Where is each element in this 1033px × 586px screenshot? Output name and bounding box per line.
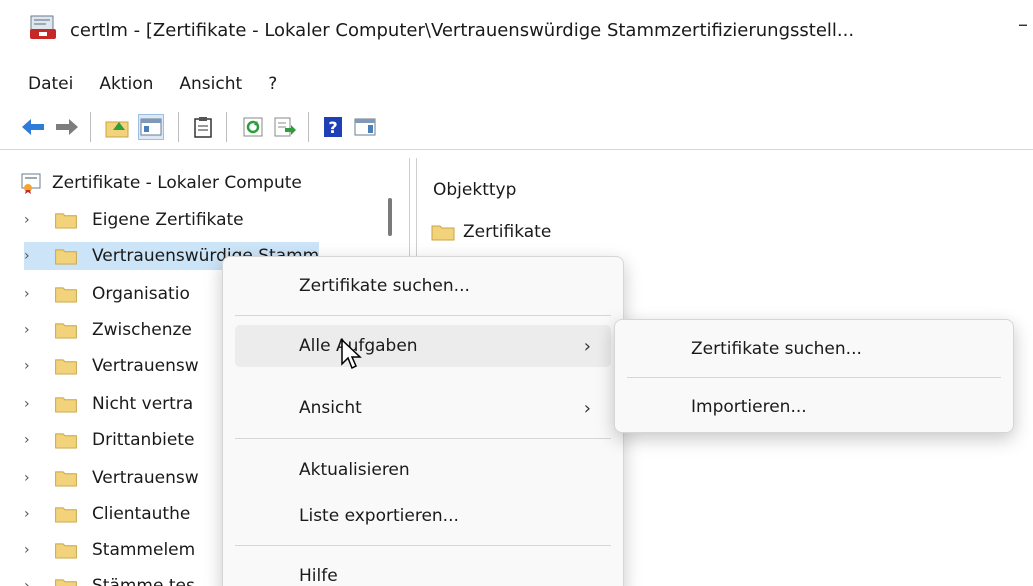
export-list-icon[interactable] [272,114,298,140]
column-header-objekttyp[interactable]: Objekttyp [433,180,516,200]
ctx-separator [627,377,1001,378]
ctx-item-label: Liste exportieren... [299,506,459,526]
folder-icon [431,225,455,241]
toolbar-separator [178,112,179,142]
folder-icon [55,248,77,265]
tree-item-label: Clientauthe [92,504,191,524]
svg-text:?: ? [328,118,337,137]
chevron-right-icon[interactable]: › [24,432,42,448]
submenu-alle-aufgaben: Zertifikate suchen... Importieren... [614,319,1014,433]
tree-item[interactable]: › Drittanbiete [24,426,194,454]
folder-icon [55,358,77,375]
tree-item[interactable]: › Eigene Zertifikate [24,206,244,234]
tree-item[interactable]: › Vertrauensw [24,464,199,492]
ctx-separator [235,545,611,546]
ctx-item-label: Ansicht [299,398,362,418]
tree-item-label: Stammelem [92,540,196,560]
forward-arrow-icon[interactable] [54,114,80,140]
action-pane-icon[interactable] [352,114,378,140]
tree-root-label: Zertifikate - Lokaler Compute [52,173,302,193]
ctx-item-ansicht[interactable]: Ansicht › [235,387,611,429]
tree-item[interactable]: › Stämme tes [24,572,195,586]
tree-item-label: Nicht vertra [92,394,194,414]
tree-item-label: Vertrauensw [92,468,199,488]
folder-icon [55,322,77,339]
back-arrow-icon[interactable] [20,114,46,140]
ctx-item-label: Zertifikate suchen... [299,276,470,296]
tree-item[interactable]: › Organisatio [24,280,190,308]
title-bar: certlm - [Zertifikate - Lokaler Computer… [0,0,1033,64]
certificate-store-icon [21,173,41,194]
chevron-right-icon[interactable]: › [24,248,42,264]
chevron-right-icon[interactable]: › [24,322,42,338]
folder-icon [55,470,77,487]
tree-root[interactable]: Zertifikate - Lokaler Compute [20,172,302,194]
folder-icon [55,212,77,229]
submenu-item-zertifikate-suchen[interactable]: Zertifikate suchen... [627,328,1001,370]
refresh-icon[interactable] [240,114,266,140]
help-icon[interactable]: ? [320,114,346,140]
menu-aktion[interactable]: Aktion [99,74,153,94]
tree-item-label: Stämme tes [92,576,195,586]
chevron-right-icon[interactable]: › [24,506,42,522]
folder-icon [55,286,77,303]
show-hide-tree-icon[interactable] [138,114,164,140]
ctx-item-label: Aktualisieren [299,460,410,480]
chevron-right-icon[interactable]: › [24,358,42,374]
tree-item-label: Drittanbiete [92,430,195,450]
chevron-right-icon: › [583,397,591,419]
folder-icon [55,542,77,559]
clipboard-icon[interactable] [190,114,216,140]
context-menu: Zertifikate suchen... Alle Aufgaben › Ans… [222,256,624,586]
list-item-label: Zertifikate [463,222,552,242]
tree-item-label: Zwischenze [92,320,192,340]
ctx-item-hilfe[interactable]: Hilfe [235,555,611,586]
tree-item-label: Vertrauensw [92,356,199,376]
toolbar-separator [226,112,227,142]
menu-help[interactable]: ? [268,74,277,94]
ctx-separator [235,438,611,439]
mouse-cursor-icon [341,338,362,370]
submenu-item-label: Importieren... [691,397,807,417]
ctx-item-liste-exportieren[interactable]: Liste exportieren... [235,495,611,537]
ctx-item-alle-aufgaben[interactable]: Alle Aufgaben › [235,325,611,367]
chevron-right-icon[interactable]: › [24,578,42,586]
menu-bar: Datei Aktion Ansicht ? [0,64,1033,104]
ctx-separator [235,315,611,316]
folder-icon [55,506,77,523]
tree-item[interactable]: › Stammelem [24,536,195,564]
tree-scrollbar[interactable] [388,198,392,236]
folder-icon [55,396,77,413]
folder-icon [55,432,77,449]
submenu-item-label: Zertifikate suchen... [691,339,862,359]
tree-item-label: Eigene Zertifikate [92,210,244,230]
ctx-item-zertifikate-suchen[interactable]: Zertifikate suchen... [235,265,611,307]
chevron-right-icon[interactable]: › [24,396,42,412]
certificate-app-icon [30,15,56,39]
window-title: certlm - [Zertifikate - Lokaler Computer… [70,20,855,41]
toolbar: ? [0,104,1033,150]
ctx-item-aktualisieren[interactable]: Aktualisieren [235,449,611,491]
toolbar-separator [308,112,309,142]
tree-item[interactable]: › Zwischenze [24,316,192,344]
chevron-right-icon[interactable]: › [24,286,42,302]
chevron-right-icon: › [583,335,591,357]
tree-item[interactable]: › Nicht vertra [24,390,193,418]
menu-datei[interactable]: Datei [28,74,73,94]
list-item[interactable]: Zertifikate [431,222,551,242]
tree-item-label: Organisatio [92,284,190,304]
ctx-item-label: Hilfe [299,566,338,586]
submenu-item-importieren[interactable]: Importieren... [627,386,1001,428]
minimize-button[interactable]: – [1018,12,1028,36]
tree-item[interactable]: › Vertrauensw [24,352,199,380]
up-folder-icon[interactable] [104,114,130,140]
chevron-right-icon[interactable]: › [24,542,42,558]
chevron-right-icon[interactable]: › [24,470,42,486]
tree-item[interactable]: › Clientauthe [24,500,190,528]
chevron-right-icon[interactable]: › [24,212,42,228]
toolbar-separator [90,112,91,142]
folder-icon [55,578,77,586]
menu-ansicht[interactable]: Ansicht [179,74,242,94]
